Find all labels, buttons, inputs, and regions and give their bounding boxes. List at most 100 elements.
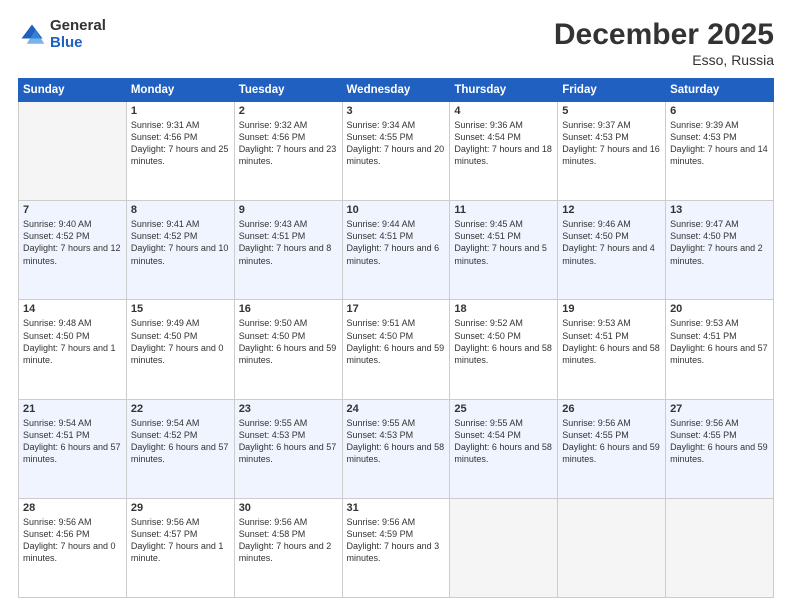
day-cell: 13 Sunrise: 9:47 AMSunset: 4:50 PMDayligh… (666, 201, 774, 300)
day-info: Sunrise: 9:34 AMSunset: 4:55 PMDaylight:… (347, 119, 446, 168)
day-info: Sunrise: 9:46 AMSunset: 4:50 PMDaylight:… (562, 218, 661, 267)
week-row: 21 Sunrise: 9:54 AMSunset: 4:51 PMDayligh… (19, 399, 774, 498)
day-info: Sunrise: 9:36 AMSunset: 4:54 PMDaylight:… (454, 119, 553, 168)
day-number: 19 (562, 303, 661, 315)
day-info: Sunrise: 9:43 AMSunset: 4:51 PMDaylight:… (239, 218, 338, 267)
day-info: Sunrise: 9:48 AMSunset: 4:50 PMDaylight:… (23, 317, 122, 366)
day-cell: 3 Sunrise: 9:34 AMSunset: 4:55 PMDaylight… (342, 102, 450, 201)
day-number: 16 (239, 303, 338, 315)
col-header-friday: Friday (558, 79, 666, 102)
day-info: Sunrise: 9:56 AMSunset: 4:56 PMDaylight:… (23, 516, 122, 565)
day-number: 8 (131, 204, 230, 216)
day-number: 22 (131, 403, 230, 415)
day-cell: 16 Sunrise: 9:50 AMSunset: 4:50 PMDayligh… (234, 300, 342, 399)
day-cell: 21 Sunrise: 9:54 AMSunset: 4:51 PMDayligh… (19, 399, 127, 498)
day-cell (450, 498, 558, 597)
day-info: Sunrise: 9:56 AMSunset: 4:55 PMDaylight:… (670, 417, 769, 466)
day-info: Sunrise: 9:56 AMSunset: 4:58 PMDaylight:… (239, 516, 338, 565)
day-cell: 28 Sunrise: 9:56 AMSunset: 4:56 PMDayligh… (19, 498, 127, 597)
day-cell: 15Sunrise: 9:49 AMSunset: 4:50 PMDayligh… (126, 300, 234, 399)
day-info: Sunrise: 9:56 AMSunset: 4:55 PMDaylight:… (562, 417, 661, 466)
day-info: Sunrise: 9:56 AMSunset: 4:59 PMDaylight:… (347, 516, 446, 565)
day-info: Sunrise: 9:40 AMSunset: 4:52 PMDaylight:… (23, 218, 122, 267)
logo: General Blue (18, 18, 106, 51)
day-number: 21 (23, 403, 122, 415)
day-number: 5 (562, 105, 661, 117)
day-info: Sunrise: 9:31 AMSunset: 4:56 PMDaylight:… (131, 119, 230, 168)
day-number: 18 (454, 303, 553, 315)
day-cell: 22 Sunrise: 9:54 AMSunset: 4:52 PMDayligh… (126, 399, 234, 498)
day-cell: 29 Sunrise: 9:56 AMSunset: 4:57 PMDayligh… (126, 498, 234, 597)
day-number: 23 (239, 403, 338, 415)
day-info: Sunrise: 9:37 AMSunset: 4:53 PMDaylight:… (562, 119, 661, 168)
day-cell: 20 Sunrise: 9:53 AMSunset: 4:51 PMDayligh… (666, 300, 774, 399)
day-cell (558, 498, 666, 597)
page: General Blue December 2025 Esso, Russia … (0, 0, 792, 612)
header-row: SundayMondayTuesdayWednesdayThursdayFrid… (19, 79, 774, 102)
day-number: 4 (454, 105, 553, 117)
day-info: Sunrise: 9:49 AMSunset: 4:50 PMDaylight:… (131, 317, 230, 366)
day-info: Sunrise: 9:54 AMSunset: 4:51 PMDaylight:… (23, 417, 122, 466)
col-header-tuesday: Tuesday (234, 79, 342, 102)
day-cell: 5 Sunrise: 9:37 AMSunset: 4:53 PMDaylight… (558, 102, 666, 201)
day-info: Sunrise: 9:45 AMSunset: 4:51 PMDaylight:… (454, 218, 553, 267)
day-number: 10 (347, 204, 446, 216)
day-cell: 9Sunrise: 9:43 AMSunset: 4:51 PMDaylight… (234, 201, 342, 300)
day-number: 27 (670, 403, 769, 415)
day-cell: 31Sunrise: 9:56 AMSunset: 4:59 PMDayligh… (342, 498, 450, 597)
day-info: Sunrise: 9:52 AMSunset: 4:50 PMDaylight:… (454, 317, 553, 366)
logo-icon (18, 21, 46, 49)
day-cell: 4 Sunrise: 9:36 AMSunset: 4:54 PMDaylight… (450, 102, 558, 201)
day-info: Sunrise: 9:56 AMSunset: 4:57 PMDaylight:… (131, 516, 230, 565)
day-number: 26 (562, 403, 661, 415)
day-cell: 26 Sunrise: 9:56 AMSunset: 4:55 PMDayligh… (558, 399, 666, 498)
day-info: Sunrise: 9:47 AMSunset: 4:50 PMDaylight:… (670, 218, 769, 267)
day-cell: 6Sunrise: 9:39 AMSunset: 4:53 PMDaylight… (666, 102, 774, 201)
day-number: 20 (670, 303, 769, 315)
week-row: 1 Sunrise: 9:31 AMSunset: 4:56 PMDaylight… (19, 102, 774, 201)
day-cell (19, 102, 127, 201)
day-number: 7 (23, 204, 122, 216)
day-number: 3 (347, 105, 446, 117)
day-info: Sunrise: 9:50 AMSunset: 4:50 PMDaylight:… (239, 317, 338, 366)
day-number: 14 (23, 303, 122, 315)
day-info: Sunrise: 9:32 AMSunset: 4:56 PMDaylight:… (239, 119, 338, 168)
day-info: Sunrise: 9:55 AMSunset: 4:53 PMDaylight:… (347, 417, 446, 466)
day-number: 2 (239, 105, 338, 117)
day-cell: 23 Sunrise: 9:55 AMSunset: 4:53 PMDayligh… (234, 399, 342, 498)
day-cell: 18 Sunrise: 9:52 AMSunset: 4:50 PMDayligh… (450, 300, 558, 399)
day-cell: 19 Sunrise: 9:53 AMSunset: 4:51 PMDayligh… (558, 300, 666, 399)
day-cell: 7 Sunrise: 9:40 AMSunset: 4:52 PMDaylight… (19, 201, 127, 300)
day-cell: 11Sunrise: 9:45 AMSunset: 4:51 PMDayligh… (450, 201, 558, 300)
logo-general: General (50, 18, 106, 35)
day-number: 30 (239, 502, 338, 514)
day-number: 28 (23, 502, 122, 514)
header: General Blue December 2025 Esso, Russia (18, 18, 774, 68)
logo-blue: Blue (50, 35, 106, 52)
day-cell: 14 Sunrise: 9:48 AMSunset: 4:50 PMDayligh… (19, 300, 127, 399)
day-number: 29 (131, 502, 230, 514)
day-number: 24 (347, 403, 446, 415)
day-number: 1 (131, 105, 230, 117)
day-info: Sunrise: 9:51 AMSunset: 4:50 PMDaylight:… (347, 317, 446, 366)
day-cell: 12 Sunrise: 9:46 AMSunset: 4:50 PMDayligh… (558, 201, 666, 300)
location: Esso, Russia (554, 52, 774, 68)
day-info: Sunrise: 9:53 AMSunset: 4:51 PMDaylight:… (670, 317, 769, 366)
day-info: Sunrise: 9:55 AMSunset: 4:53 PMDaylight:… (239, 417, 338, 466)
day-cell: 2 Sunrise: 9:32 AMSunset: 4:56 PMDaylight… (234, 102, 342, 201)
col-header-saturday: Saturday (666, 79, 774, 102)
day-cell: 8Sunrise: 9:41 AMSunset: 4:52 PMDaylight… (126, 201, 234, 300)
day-cell: 30 Sunrise: 9:56 AMSunset: 4:58 PMDayligh… (234, 498, 342, 597)
col-header-wednesday: Wednesday (342, 79, 450, 102)
day-number: 12 (562, 204, 661, 216)
week-row: 14 Sunrise: 9:48 AMSunset: 4:50 PMDayligh… (19, 300, 774, 399)
month-title: December 2025 (554, 18, 774, 52)
day-info: Sunrise: 9:53 AMSunset: 4:51 PMDaylight:… (562, 317, 661, 366)
title-block: December 2025 Esso, Russia (554, 18, 774, 68)
day-info: Sunrise: 9:54 AMSunset: 4:52 PMDaylight:… (131, 417, 230, 466)
day-number: 13 (670, 204, 769, 216)
col-header-monday: Monday (126, 79, 234, 102)
day-info: Sunrise: 9:55 AMSunset: 4:54 PMDaylight:… (454, 417, 553, 466)
day-cell (666, 498, 774, 597)
day-cell: 1 Sunrise: 9:31 AMSunset: 4:56 PMDaylight… (126, 102, 234, 201)
